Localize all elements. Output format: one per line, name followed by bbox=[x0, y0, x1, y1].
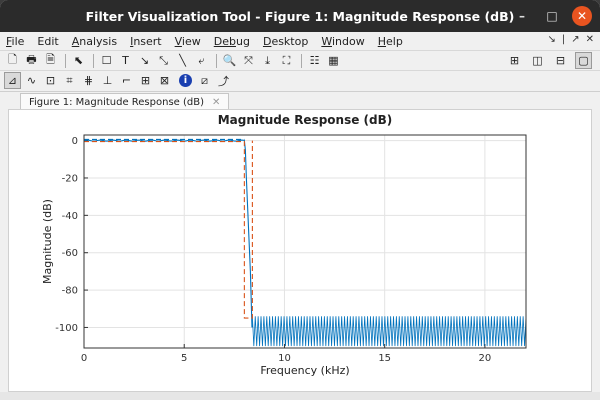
window-title: Filter Visualization Tool - Figure 1: Ma… bbox=[85, 8, 515, 24]
magnitude-icon[interactable]: ⊿ bbox=[4, 72, 21, 89]
plot-area bbox=[84, 135, 526, 348]
x-tick-label: 10 bbox=[278, 353, 291, 364]
menu-file[interactable]: File bbox=[6, 35, 24, 48]
spectrum-icon[interactable]: ⤴ bbox=[215, 72, 232, 89]
menu-label-rest: ug bbox=[235, 34, 250, 48]
y-tick-label: -40 bbox=[62, 211, 78, 222]
menu-bar: File Edit Analysis Insert View Debug Desktop Wi… bbox=[0, 32, 600, 50]
close-button[interactable]: ✕ bbox=[572, 6, 592, 26]
menu-analysis[interactable]: Analysis bbox=[72, 35, 117, 48]
menu-label-rest: ile bbox=[11, 34, 25, 48]
close-figure-icon[interactable]: ✕ bbox=[586, 34, 594, 45]
y-tick-label: 0 bbox=[72, 136, 78, 147]
group-delay-icon[interactable]: ⌗ bbox=[61, 72, 78, 89]
menu-insert[interactable]: Insert bbox=[130, 35, 162, 48]
y-tick-label: -100 bbox=[55, 323, 78, 334]
undock-icon[interactable]: ↘ bbox=[547, 34, 555, 45]
menu-help[interactable]: Help bbox=[378, 35, 403, 48]
pole-zero-icon[interactable]: ⊞ bbox=[137, 72, 154, 89]
step-icon[interactable]: ⌐ bbox=[118, 72, 135, 89]
impulse-icon[interactable]: ⊥ bbox=[99, 72, 116, 89]
text-icon[interactable]: T bbox=[117, 52, 134, 69]
rectangle-icon[interactable]: ☐ bbox=[98, 52, 115, 69]
menu-label-rest: indow bbox=[331, 34, 365, 48]
app-window: Filter Visualization Tool - Figure 1: Ma… bbox=[0, 0, 600, 400]
toolbar-separator bbox=[301, 53, 302, 68]
menu-mnemonic: V bbox=[174, 34, 182, 48]
new-file-icon[interactable]: 🗋 bbox=[4, 52, 21, 69]
arrow-icon[interactable]: ↘ bbox=[136, 52, 153, 69]
layout-controls: ⊞ ◫ ⊟ ▢ bbox=[506, 52, 594, 69]
dock-icon[interactable]: ↗ bbox=[571, 34, 579, 45]
pin-icon[interactable]: ⤶ bbox=[193, 52, 210, 69]
minimize-button[interactable]: – bbox=[512, 6, 532, 26]
colorbar-icon[interactable]: ▦ bbox=[325, 52, 342, 69]
pan-icon[interactable]: ⤧ bbox=[240, 52, 257, 69]
tab-figure-1[interactable]: Figure 1: Magnitude Response (dB) ✕ bbox=[20, 93, 230, 110]
phase-delay-icon[interactable]: ⋕ bbox=[80, 72, 97, 89]
menu-mnemonic: Deb bbox=[213, 34, 236, 48]
single-layout-icon[interactable]: ▢ bbox=[575, 52, 592, 69]
fit-icon[interactable]: ⛶ bbox=[278, 52, 295, 69]
data-cursor-icon[interactable]: ⤓ bbox=[259, 52, 276, 69]
figure-canvas: Magnitude Response (dB) 0 5 10 15 20 0 -20 -40 -6… bbox=[8, 109, 592, 392]
menu-window[interactable]: Window bbox=[321, 35, 364, 48]
tab-label: Figure 1: Magnitude Response (dB) bbox=[29, 96, 204, 108]
maximize-button[interactable]: □ bbox=[542, 6, 562, 26]
filter-analysis-toolbar: ⊿ ∿ ⊡ ⌗ ⋕ ⊥ ⌐ ⊞ ⊠ i ⧄ ⤴ bbox=[0, 70, 600, 90]
x-tick-label: 0 bbox=[81, 353, 87, 364]
figure-toolbar: 🗋 🖶 🗎 ⬉ ☐ T ↘ ⤡ ╲ ⤶ 🔍 ⤧ ⤓ ⛶ ☷ ▦ ⊞ ◫ ⊟ ▢ bbox=[0, 50, 600, 70]
toolbar-separator bbox=[216, 53, 217, 68]
y-tick-label: -80 bbox=[62, 286, 78, 297]
chart-title: Magnitude Response (dB) bbox=[218, 113, 393, 127]
menu-edit[interactable]: Edit bbox=[37, 35, 58, 48]
menu-mnemonic: H bbox=[377, 34, 387, 48]
menu-desktop[interactable]: Desktop bbox=[263, 35, 308, 48]
left-right-layout-icon[interactable]: ◫ bbox=[529, 52, 546, 69]
menu-dock-controls: ↘ | ↗ ✕ bbox=[547, 34, 594, 45]
separator: | bbox=[561, 34, 566, 45]
close-tab-icon[interactable]: ✕ bbox=[212, 97, 220, 108]
x-tick-label: 15 bbox=[378, 353, 391, 364]
tile-layout-icon[interactable]: ⊞ bbox=[506, 52, 523, 69]
noise-icon[interactable]: ⧄ bbox=[196, 72, 213, 89]
top-bottom-layout-icon[interactable]: ⊟ bbox=[552, 52, 569, 69]
info-icon[interactable]: i bbox=[179, 74, 192, 87]
magnitude-response-chart: Magnitude Response (dB) 0 5 10 15 20 0 -20 -40 -6… bbox=[41, 113, 527, 377]
toolbar-separator bbox=[93, 53, 94, 68]
toolbar-separator bbox=[65, 53, 66, 68]
menu-label-rest: esktop bbox=[271, 34, 309, 48]
line-icon[interactable]: ╲ bbox=[174, 52, 191, 69]
menu-label-rest: iew bbox=[181, 34, 201, 48]
print-preview-icon[interactable]: 🗎 bbox=[42, 52, 59, 69]
menu-label-rest: nsert bbox=[133, 34, 162, 48]
y-axis-label: Magnitude (dB) bbox=[41, 199, 54, 284]
pointer-icon[interactable]: ⬉ bbox=[70, 52, 87, 69]
mag-phase-icon[interactable]: ⊡ bbox=[42, 72, 59, 89]
legend-icon[interactable]: ☷ bbox=[306, 52, 323, 69]
menu-label-rest: nalysis bbox=[79, 34, 118, 48]
menu-view[interactable]: View bbox=[175, 35, 201, 48]
status-bar bbox=[0, 392, 600, 400]
menu-label-rest: elp bbox=[386, 34, 403, 48]
menu-debug[interactable]: Debug bbox=[214, 35, 250, 48]
tab-strip: Figure 1: Magnitude Response (dB) ✕ bbox=[0, 91, 600, 110]
x-tick-label: 20 bbox=[479, 353, 492, 364]
phase-icon[interactable]: ∿ bbox=[23, 72, 40, 89]
zoom-in-icon[interactable]: 🔍 bbox=[221, 52, 238, 69]
x-axis-label: Frequency (kHz) bbox=[260, 364, 349, 377]
y-tick-label: -60 bbox=[62, 248, 78, 259]
title-bar: Filter Visualization Tool - Figure 1: Ma… bbox=[0, 0, 600, 32]
x-tick-label: 5 bbox=[181, 353, 187, 364]
double-arrow-icon[interactable]: ⤡ bbox=[155, 52, 172, 69]
coefficients-icon[interactable]: ⊠ bbox=[156, 72, 173, 89]
menu-mnemonic: W bbox=[321, 34, 332, 48]
y-tick-label: -20 bbox=[62, 173, 78, 184]
print-icon[interactable]: 🖶 bbox=[23, 52, 40, 69]
